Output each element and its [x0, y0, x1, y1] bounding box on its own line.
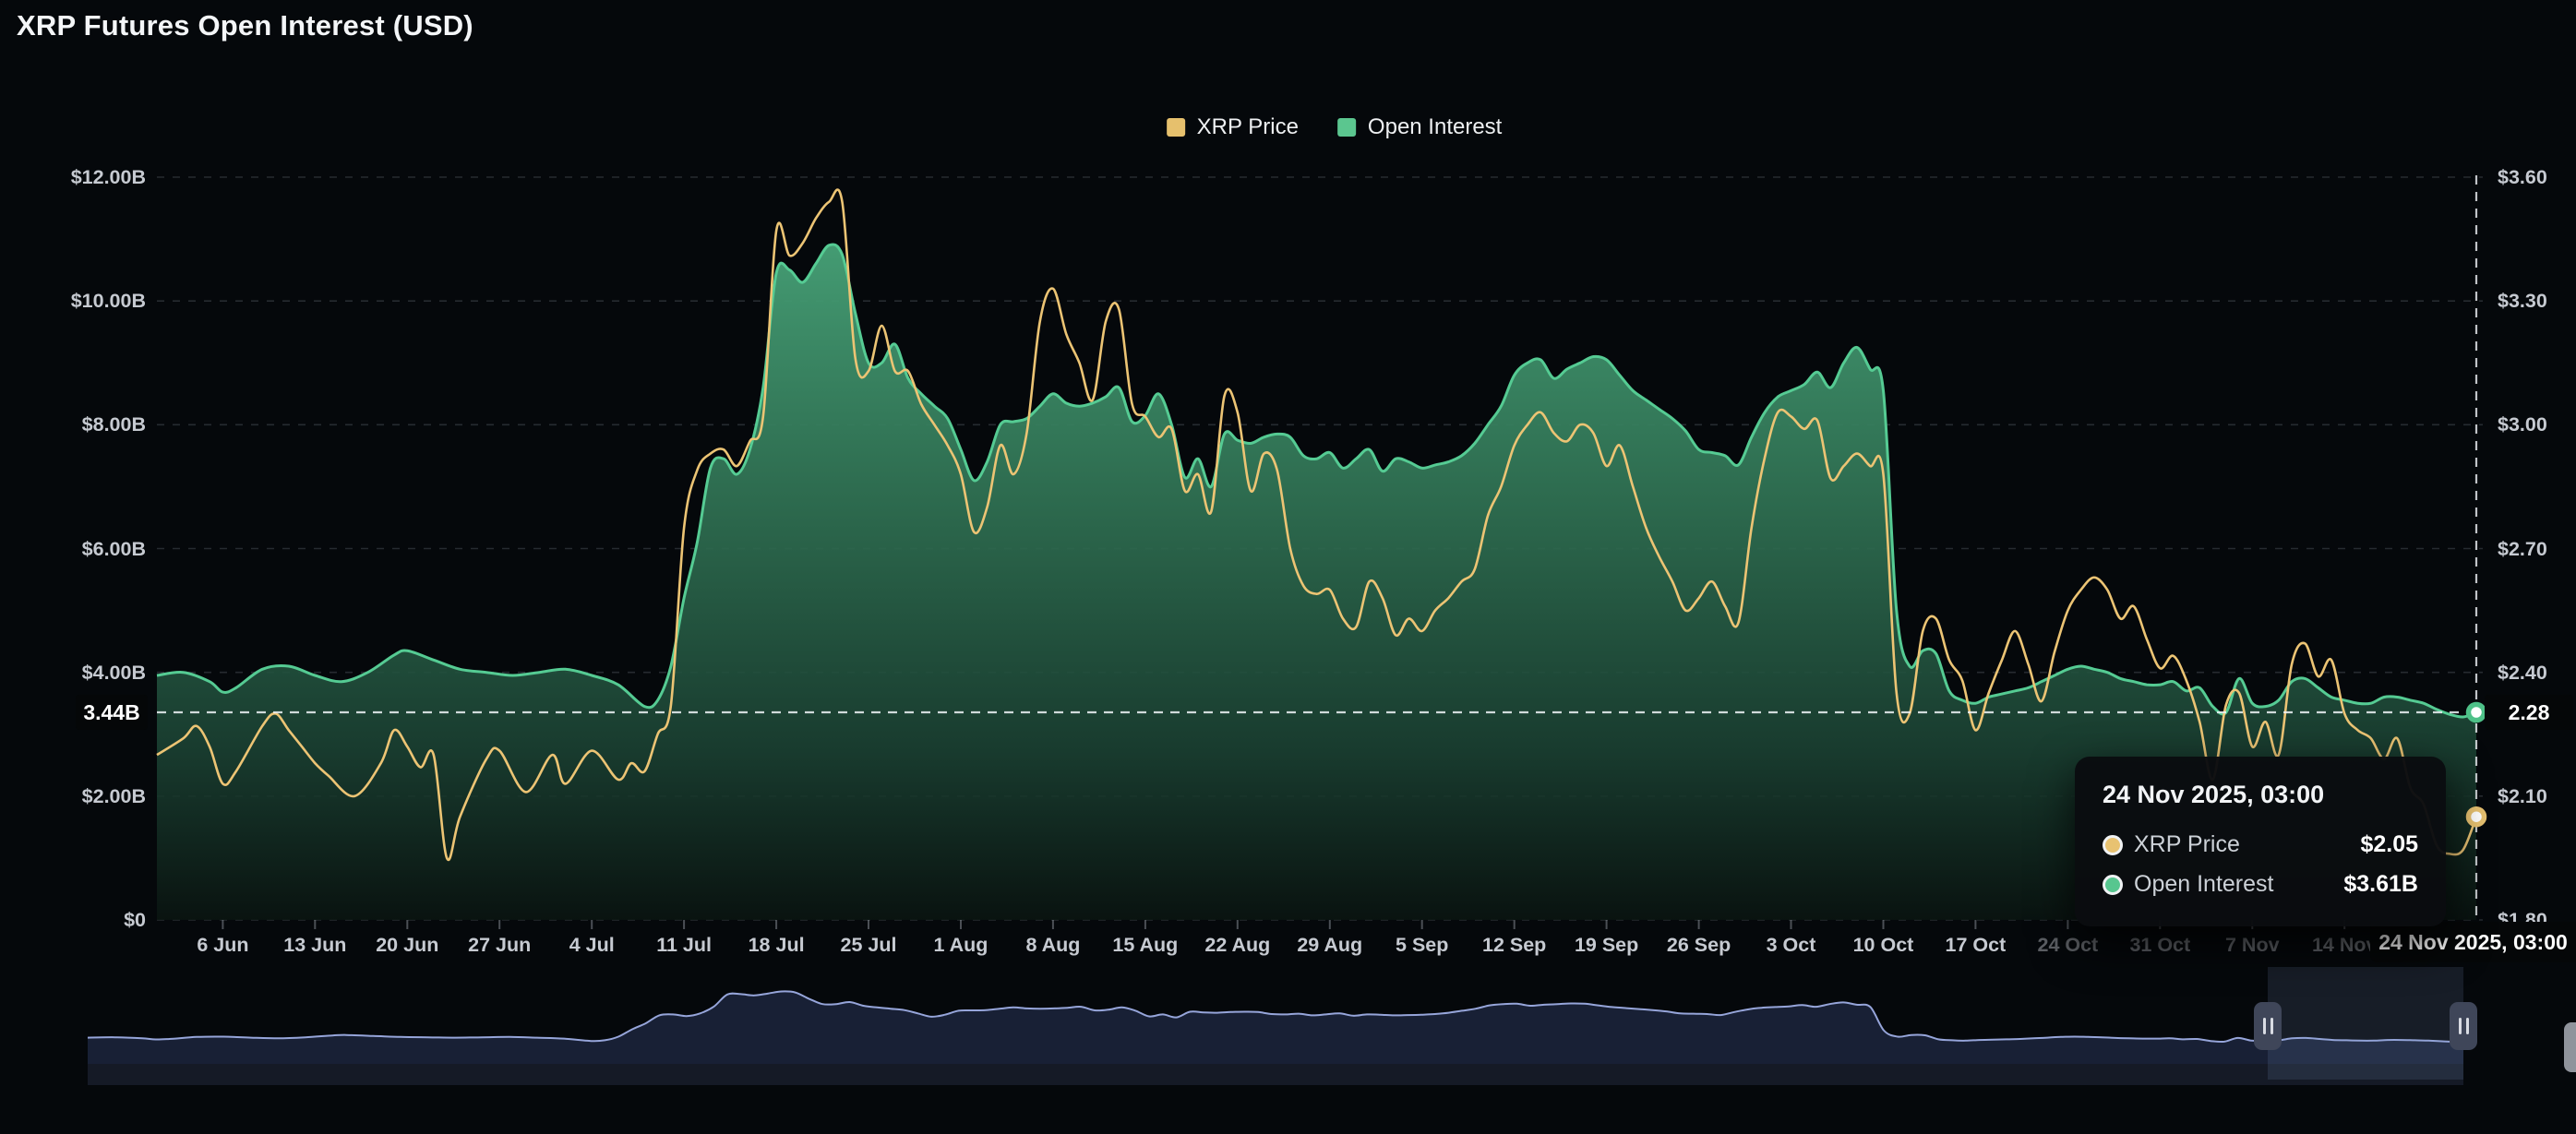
tooltip-row-value: $3.61B: [2343, 871, 2418, 898]
oi-value-badge: 3.44B: [76, 695, 148, 730]
tooltip-row-xrp-price: XRP Price $2.05: [2103, 831, 2418, 858]
price-value-badge: 2.28: [2485, 695, 2573, 730]
navigator-track[interactable]: [88, 1064, 2483, 1085]
tooltip: 24 Nov 2025, 03:00 XRP Price $2.05 Open …: [2075, 757, 2446, 926]
tooltip-row-open-interest: Open Interest $3.61B: [2103, 871, 2418, 898]
handle-grip-icon: [2263, 1018, 2266, 1034]
price-marker: [2469, 809, 2485, 825]
tooltip-row-label: Open Interest: [2134, 871, 2273, 898]
scrollbar-thumb[interactable]: [2564, 1022, 2576, 1072]
tooltip-row-label: XRP Price: [2134, 831, 2240, 858]
tooltip-title: 24 Nov 2025, 03:00: [2103, 781, 2418, 809]
handle-grip-icon: [2459, 1018, 2462, 1034]
oi-marker: [2469, 705, 2485, 721]
xrp-price-dot-icon: [2103, 835, 2123, 855]
navigator-selection[interactable]: [2268, 967, 2463, 1080]
chart-canvas[interactable]: [0, 0, 2576, 1134]
navigator-handle-left[interactable]: [2254, 1002, 2282, 1050]
tooltip-row-value: $2.05: [2360, 831, 2418, 858]
handle-grip-icon: [2466, 1018, 2469, 1034]
navigator-handle-right[interactable]: [2450, 1002, 2477, 1050]
open-interest-dot-icon: [2103, 875, 2123, 895]
navigator-wave: [88, 991, 2483, 1085]
handle-grip-icon: [2270, 1018, 2273, 1034]
crosshair-date-badge: 24 Nov 2025, 03:00: [2370, 922, 2576, 962]
